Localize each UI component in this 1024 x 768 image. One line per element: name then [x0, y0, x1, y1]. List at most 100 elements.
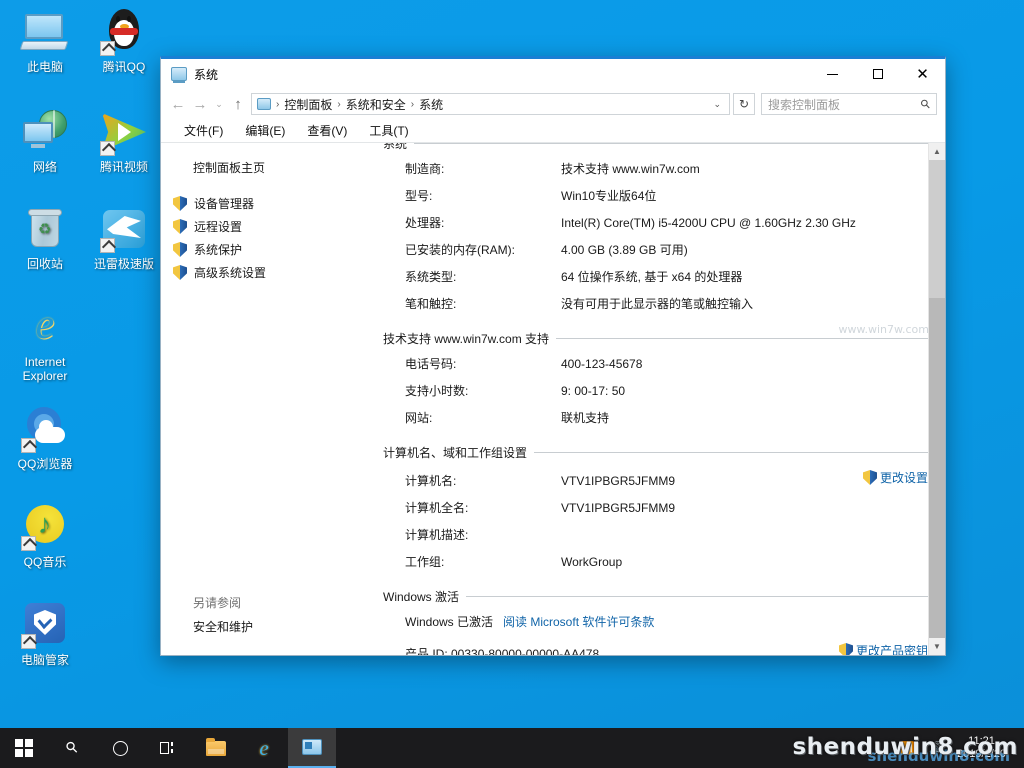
minimize-button[interactable]: [810, 59, 855, 89]
desktop-icon-this-pc[interactable]: 此电脑: [6, 8, 84, 74]
menu-file[interactable]: 文件(F): [173, 122, 234, 139]
taskbar-internet-explorer[interactable]: e: [240, 728, 288, 768]
see-also-header: 另请参阅: [193, 594, 375, 611]
scroll-up-button[interactable]: ▲: [929, 143, 945, 160]
desktop-icon-thunder[interactable]: 迅雷极速版: [85, 205, 163, 271]
row-value: Intel(R) Core(TM) i5-4200U CPU @ 1.60GHz…: [561, 216, 928, 230]
desktop-icon-qq-browser[interactable]: QQ浏览器: [6, 405, 84, 471]
back-button[interactable]: ←: [167, 93, 189, 115]
shield-icon: [173, 196, 187, 211]
divider: [534, 452, 928, 453]
cortana-button[interactable]: [96, 728, 144, 768]
breadcrumb-system[interactable]: 系统: [416, 96, 446, 113]
scrollbar-thumb[interactable]: [929, 160, 945, 298]
online-support-link[interactable]: 联机支持: [561, 409, 928, 426]
nav-advanced-system-settings[interactable]: 高级系统设置: [161, 261, 375, 284]
nav-item-label: 设备管理器: [194, 195, 254, 212]
activation-status: Windows 已激活: [405, 613, 493, 630]
nav-item-label: 远程设置: [194, 218, 242, 235]
window-controls: ✕: [810, 59, 945, 89]
scrollbar-track[interactable]: [929, 298, 945, 638]
desktop-icon-tencent-video[interactable]: 腾讯视频: [85, 108, 163, 174]
section-computer-name: 计算机名、域和工作组设置 计算机名: VTV1IPBGR5JFMM9 更改设置: [383, 444, 928, 570]
row-value: 4.00 GB (3.89 GB 可用): [561, 241, 928, 258]
section-title: 系统: [383, 143, 414, 152]
change-product-key-label: 更改产品密钥: [856, 642, 928, 655]
shield-icon: [173, 219, 187, 234]
desktop-icon-label: 此电脑: [6, 60, 84, 74]
taskbar-system-window[interactable]: [288, 728, 336, 768]
nav-remote-settings[interactable]: 远程设置: [161, 215, 375, 238]
section-title: Windows 激活: [383, 588, 466, 605]
row-key: 电话号码:: [405, 355, 561, 372]
refresh-button[interactable]: ↻: [733, 93, 755, 115]
breadcrumb-control-panel[interactable]: 控制面板: [281, 96, 335, 113]
row-key: 制造商:: [405, 160, 561, 177]
see-also-security-and-maintenance[interactable]: 安全和维护: [193, 618, 375, 635]
desktop-icon-tencent-qq[interactable]: 腾讯QQ: [85, 8, 163, 74]
row-key: 已安装的内存(RAM):: [405, 241, 561, 258]
desktop-icon-qq-music[interactable]: ♪ QQ音乐: [6, 503, 84, 569]
taskbar[interactable]: ⚲ e ︿ 📶 🔊 11:21 2019/2/20 shenduwin8.com…: [0, 728, 1024, 768]
cortana-icon: [113, 741, 128, 756]
breadcrumb-system-and-security[interactable]: 系统和安全: [343, 96, 409, 113]
system-properties-window[interactable]: 系统 ✕ ← → ⌄ ↑ › 控制面板 › 系统和安全 › 系统 ⌄ ↻: [160, 56, 946, 656]
pc-manager-icon: [21, 601, 69, 649]
change-settings-label: 更改设置: [880, 469, 928, 486]
license-terms-link[interactable]: 阅读 Microsoft 软件许可条款: [503, 613, 654, 630]
desktop-icon-network[interactable]: 网络: [6, 108, 84, 174]
clock-time: 11:21: [968, 735, 995, 747]
up-button[interactable]: ↑: [227, 93, 249, 115]
thunder-icon: [100, 205, 148, 253]
close-icon: ✕: [916, 67, 929, 82]
forward-button[interactable]: →: [189, 93, 211, 115]
recycle-bin-icon: ♻: [21, 205, 69, 253]
nav-item-label: 系统保护: [194, 241, 242, 258]
nav-device-manager[interactable]: 设备管理器: [161, 192, 375, 215]
task-view-button[interactable]: [144, 728, 192, 768]
start-button[interactable]: [0, 728, 48, 768]
content-scroll-area: 系统 制造商: 技术支持 www.win7w.com 型号: Win10专业版6…: [383, 143, 928, 655]
search-box[interactable]: 搜索控制面板 ⚲: [761, 93, 937, 115]
window-titlebar[interactable]: 系统 ✕: [161, 59, 945, 89]
row-value: 9: 00-17: 50: [561, 384, 928, 398]
section-system-header: 系统: [383, 143, 928, 152]
menu-tools[interactable]: 工具(T): [358, 122, 419, 139]
show-hidden-icons-button[interactable]: ︿: [867, 740, 893, 757]
desktop-icon-internet-explorer[interactable]: e Internet Explorer: [6, 303, 84, 383]
address-dropdown-icon[interactable]: ⌄: [709, 99, 725, 110]
network-icon[interactable]: 📶: [893, 741, 922, 755]
close-button[interactable]: ✕: [900, 59, 945, 89]
nav-control-panel-home[interactable]: 控制面板主页: [161, 157, 375, 176]
volume-icon[interactable]: 🔊: [922, 741, 951, 755]
row-key: 系统类型:: [405, 268, 561, 285]
system-window-icon: [171, 67, 187, 81]
section-support-header: 技术支持 www.win7w.com 支持: [383, 330, 928, 347]
row-value: 没有可用于此显示器的笔或触控输入: [561, 295, 928, 312]
minimize-icon: [827, 74, 838, 75]
taskbar-file-explorer[interactable]: [192, 728, 240, 768]
address-bar[interactable]: › 控制面板 › 系统和安全 › 系统 ⌄: [251, 93, 730, 115]
desktop[interactable]: 此电脑 网络 ♻ 回收站 e Internet Explorer QQ浏览器 ♪…: [0, 0, 1024, 768]
maximize-button[interactable]: [855, 59, 900, 89]
desktop-icon-recycle-bin[interactable]: ♻ 回收站: [6, 205, 84, 271]
nav-system-protection[interactable]: 系统保护: [161, 238, 375, 261]
clock[interactable]: 11:21 2019/2/20: [951, 735, 1016, 761]
row-key: 型号:: [405, 187, 561, 204]
clock-date: 2019/2/20: [957, 748, 1006, 760]
desktop-icon-pc-manager[interactable]: 电脑管家: [6, 601, 84, 667]
scroll-down-button[interactable]: ▼: [929, 638, 945, 655]
see-also-section: 另请参阅 安全和维护: [161, 594, 375, 655]
change-product-key-link[interactable]: 更改产品密钥: [839, 642, 928, 655]
row-value: 64 位操作系统, 基于 x64 的处理器: [561, 268, 928, 285]
desktop-icon-label: 回收站: [6, 257, 84, 271]
menu-edit[interactable]: 编辑(E): [234, 122, 296, 139]
recent-locations-button[interactable]: ⌄: [211, 93, 227, 115]
shield-icon: [173, 265, 187, 280]
vertical-scrollbar[interactable]: ▲ ▼: [928, 143, 945, 655]
desktop-icon-label: 腾讯视频: [85, 160, 163, 174]
menu-view[interactable]: 查看(V): [296, 122, 358, 139]
change-settings-link[interactable]: 更改设置: [863, 469, 928, 486]
search-button[interactable]: ⚲: [48, 728, 96, 768]
tencent-video-icon: [100, 108, 148, 156]
